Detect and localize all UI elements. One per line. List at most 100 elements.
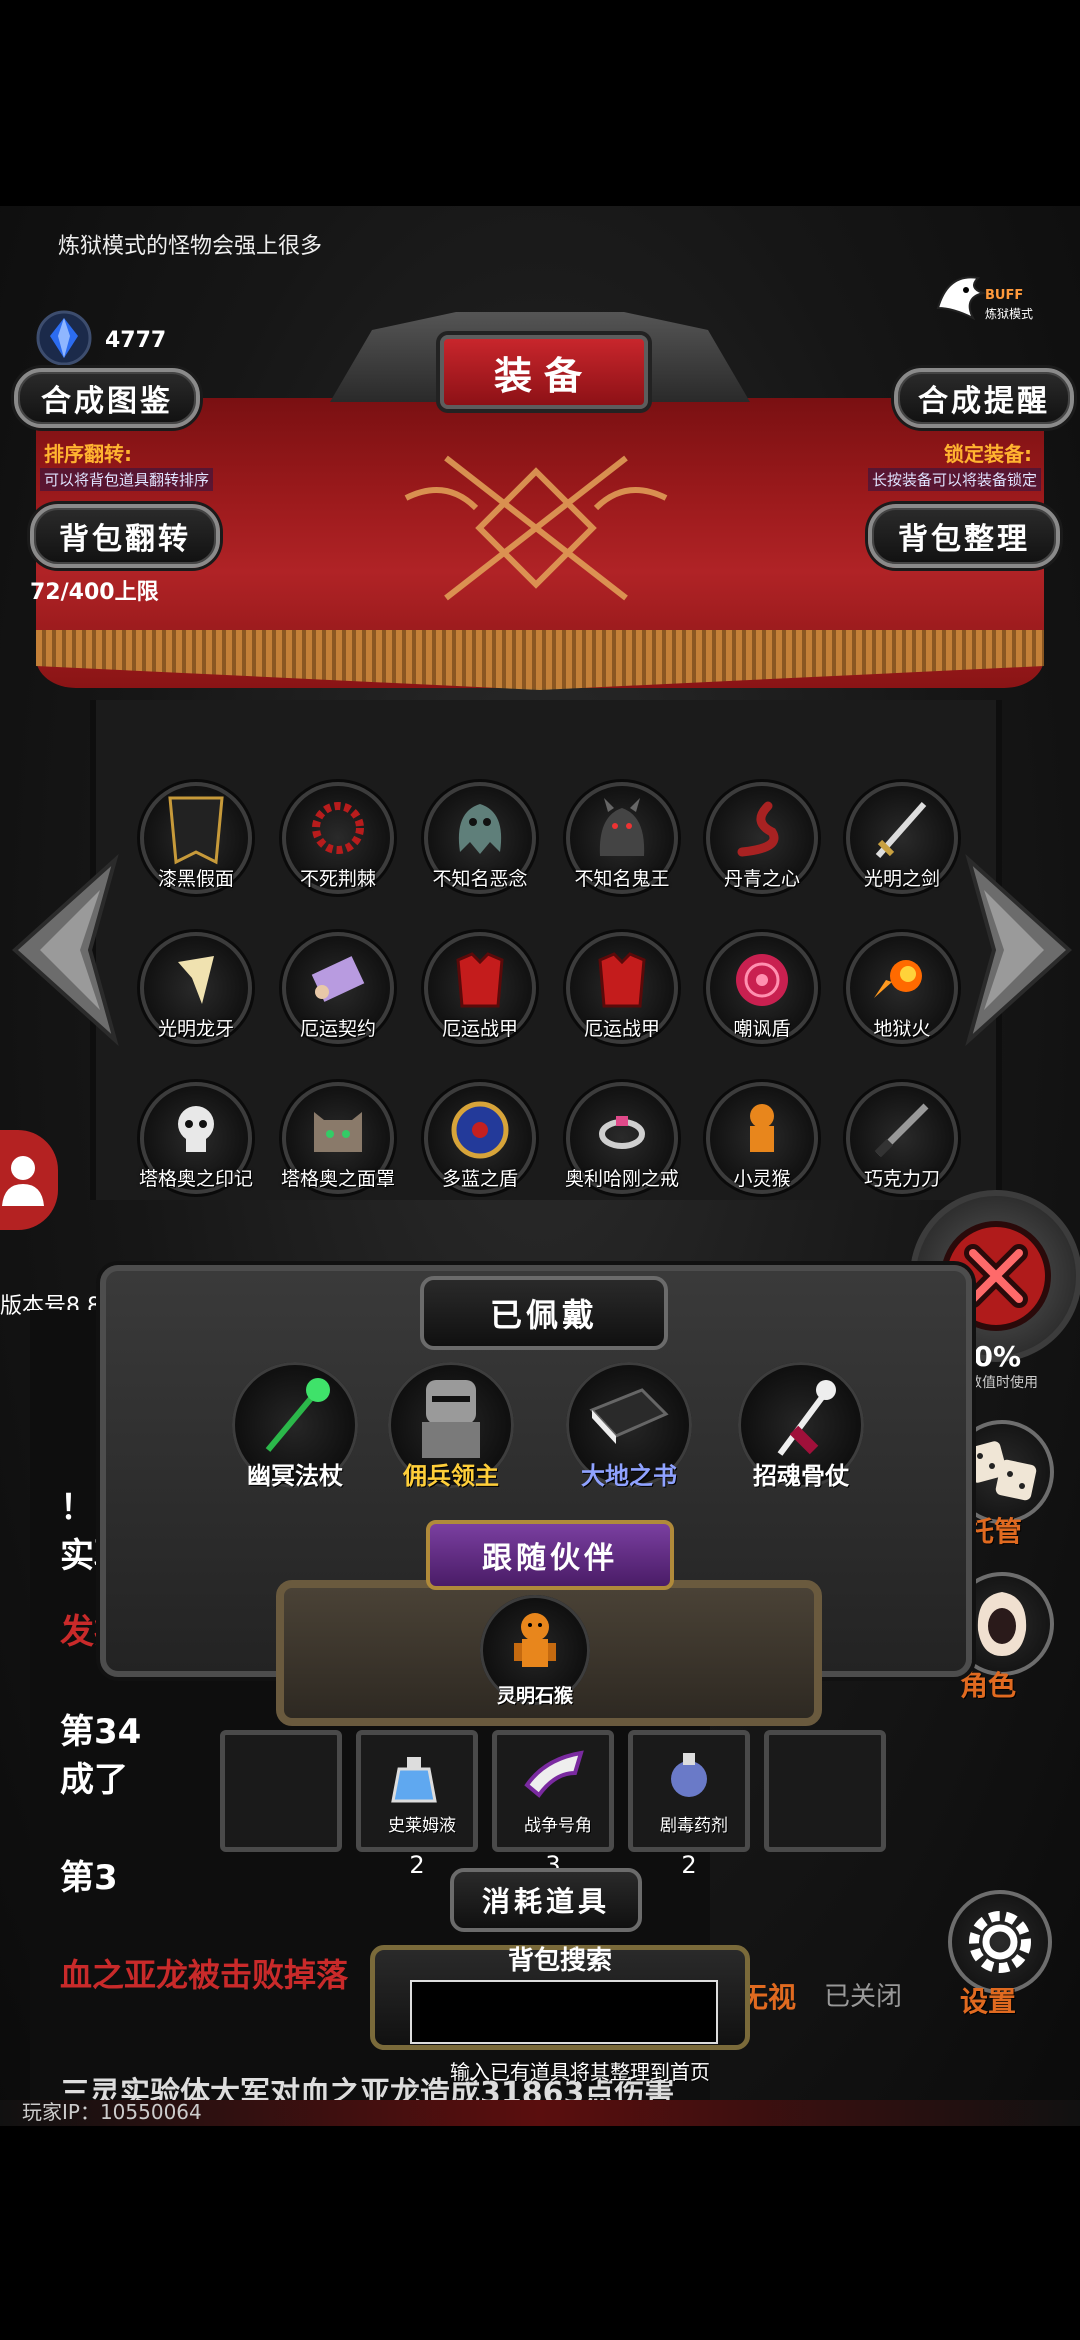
- inventory-slot[interactable]: 多蓝之盾: [424, 1082, 536, 1194]
- inventory-item-label: 地狱火: [873, 1018, 931, 1040]
- consumable-slot[interactable]: 剧毒药剂 2: [628, 1730, 750, 1879]
- inventory-item-label: 塔格奥之面罩: [280, 1168, 395, 1190]
- worn-slot[interactable]: 幽冥法杖: [232, 1362, 358, 1490]
- book-icon: [589, 1388, 669, 1444]
- inventory-slot[interactable]: 塔格奥之印记: [139, 1082, 253, 1194]
- inventory-slot[interactable]: 嘲讽盾: [706, 932, 818, 1044]
- inventory-item-label: 光明之剑: [863, 868, 940, 890]
- worn-item-label: 佣兵领主: [403, 1462, 499, 1490]
- inventory-slot[interactable]: 巧克力刀: [846, 1082, 958, 1194]
- bag-flip-button[interactable]: 背包翻转: [30, 504, 220, 568]
- inventory-item-label: 多蓝之盾: [441, 1168, 518, 1190]
- inventory-item-label: 漆黑假面: [157, 868, 234, 890]
- sword-icon: [875, 802, 927, 858]
- demon-icon: [599, 798, 645, 856]
- inventory-slot[interactable]: 丹青之心: [706, 782, 818, 894]
- log-line: 第34: [60, 1712, 142, 1752]
- bag-search-input[interactable]: [410, 1980, 718, 2044]
- companion-name: 灵明石猴: [496, 1685, 573, 1707]
- inventory-slot[interactable]: 小灵猴: [706, 1082, 818, 1194]
- inventory-item-label: 厄运战甲: [441, 1018, 518, 1040]
- bag-arrange-button[interactable]: 背包整理: [868, 504, 1060, 568]
- consumable-slot[interactable]: [764, 1730, 886, 1852]
- lock-label: 锁定装备:: [944, 442, 1032, 466]
- monkey-icon: [514, 1613, 556, 1667]
- inventory-item-label: 不知名鬼王: [574, 868, 670, 890]
- scroll-icon: [311, 956, 365, 1002]
- auto-manage-label: 托管: [966, 1515, 1023, 1548]
- inventory-slot[interactable]: 不死荆棘: [282, 782, 394, 894]
- inventory-slot[interactable]: 光明龙牙: [140, 932, 252, 1044]
- fang-icon: [178, 956, 214, 1004]
- settings-button[interactable]: [948, 1890, 1052, 1994]
- worn-item-label: 幽冥法杖: [247, 1462, 343, 1490]
- worn-slot[interactable]: 招魂骨仗: [738, 1362, 864, 1490]
- inventory-item-label: 厄运契约: [299, 1018, 376, 1040]
- cat-mask-icon: [314, 1112, 362, 1152]
- armor-icon: [456, 952, 504, 1008]
- sort-label: 排序翻转:: [44, 442, 132, 466]
- inventory-slot[interactable]: 漆黑假面: [140, 782, 252, 894]
- bag-search-title: 背包搜索: [507, 1946, 612, 1976]
- consumables-title: 消耗道具: [450, 1868, 642, 1932]
- consumable-slot[interactable]: 史莱姆液 2: [356, 1730, 478, 1879]
- player-ip: 玩家IP：10550064: [22, 2100, 202, 2124]
- inventory-item-label: 巧克力刀: [863, 1168, 940, 1190]
- prev-page-arrow[interactable]: [10, 850, 120, 1050]
- inventory-slot[interactable]: 地狱火: [846, 932, 958, 1044]
- inventory-item-label: 不死荆棘: [299, 868, 376, 890]
- bone-staff-icon: [777, 1380, 836, 1456]
- staff-icon: [265, 1378, 330, 1452]
- worn-slot[interactable]: 佣兵领主: [388, 1362, 514, 1490]
- mode-tip: 炼狱模式的怪物会强上很多: [58, 234, 323, 259]
- worn-item-label: 大地之书: [581, 1462, 677, 1490]
- inventory-slot[interactable]: 不知名恶念: [424, 782, 536, 894]
- log-line: 成了: [60, 1760, 128, 1800]
- buff-label: BUFF: [985, 288, 1024, 303]
- inventory-slot[interactable]: 奥利哈刚之戒: [565, 1082, 679, 1194]
- consumable-count: 2: [681, 1851, 697, 1879]
- inventory-slot[interactable]: 不知名鬼王: [566, 782, 678, 894]
- ghost-icon: [458, 804, 502, 854]
- inventory-slot[interactable]: 光明之剑: [846, 782, 958, 894]
- inventory-slot[interactable]: 塔格奥之面罩: [281, 1082, 395, 1194]
- mask-icon: [168, 796, 224, 865]
- companion-slot[interactable]: 灵明石猴: [480, 1595, 590, 1707]
- inventory-slot[interactable]: 厄运战甲: [424, 932, 536, 1044]
- inventory-slot[interactable]: 厄运契约: [282, 932, 394, 1044]
- worn-item-label: 招魂骨仗: [753, 1462, 849, 1490]
- lock-description: 长按装备可以将装备锁定: [868, 468, 1042, 491]
- log-line: 血之亚龙被击败掉落: [60, 1956, 349, 1994]
- settings-label: 设置: [960, 1985, 1017, 2018]
- synthesis-codex-button[interactable]: 合成图鉴: [14, 368, 200, 428]
- log-option-closed[interactable]: 已关闭: [824, 1976, 902, 2013]
- inventory-item-label: 小灵猴: [733, 1168, 791, 1190]
- worn-slot[interactable]: 大地之书: [566, 1362, 692, 1490]
- inventory-slot[interactable]: 厄运战甲: [566, 932, 678, 1044]
- companion-title: 跟随伙伴: [426, 1520, 674, 1590]
- log-line: 第3: [60, 1858, 118, 1898]
- consumable-icon: [671, 1753, 707, 1797]
- consumable-slot[interactable]: 战争号角 3: [492, 1730, 614, 1879]
- inventory-item-label: 丹青之心: [723, 868, 800, 890]
- capacity-counter: 72/400上限: [30, 580, 159, 605]
- monkey-icon: [750, 1104, 774, 1152]
- consumable-icon: [391, 1757, 437, 1803]
- inventory-item-label: 不知名恶念: [432, 868, 528, 890]
- sort-description: 可以将背包道具翻转排序: [40, 468, 214, 491]
- inventory-item-label: 厄运战甲: [583, 1018, 660, 1040]
- orb-icon: [736, 954, 788, 1006]
- gem-count: 4777: [105, 328, 167, 353]
- inventory-item-label: 嘲讽盾: [733, 1018, 791, 1040]
- page-title: 装备: [440, 335, 648, 409]
- bag-search-hint: 输入已有道具将其整理到首页: [450, 2060, 710, 2084]
- inventory-item-label: 光明龙牙: [157, 1018, 234, 1040]
- synthesis-reminder-button[interactable]: 合成提醒: [894, 368, 1074, 428]
- skull-icon: [178, 1106, 214, 1152]
- gem-icon: [36, 310, 92, 366]
- consumable-slot[interactable]: [220, 1730, 342, 1852]
- worn-title: 已佩戴: [420, 1276, 668, 1350]
- buff-mode-label: 炼狱模式: [985, 307, 1034, 321]
- fireball-icon: [874, 960, 922, 998]
- next-page-arrow[interactable]: [964, 850, 1074, 1050]
